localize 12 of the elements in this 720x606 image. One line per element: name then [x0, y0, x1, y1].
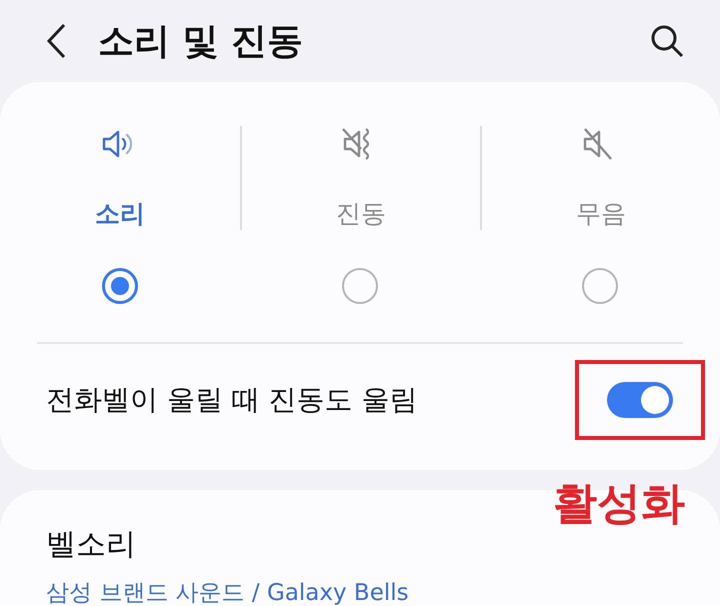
toggle-switch[interactable]	[607, 382, 673, 418]
page-title: 소리 및 진동	[98, 20, 304, 64]
setting-label: 전화벨이 울릴 때 진동도 울림	[46, 382, 418, 418]
radio-button[interactable]	[582, 268, 618, 304]
mode-label[interactable]: 진동	[336, 197, 386, 230]
radio-button[interactable]	[342, 268, 378, 304]
search-icon[interactable]	[650, 24, 684, 58]
ringtone-value: 삼성 브랜드 사운드 / Galaxy Bells	[46, 579, 410, 606]
radio-button[interactable]	[102, 268, 138, 304]
mode-label[interactable]: 소리	[95, 197, 145, 230]
back-button[interactable]	[44, 22, 68, 60]
mode-label[interactable]: 무음	[576, 197, 626, 230]
